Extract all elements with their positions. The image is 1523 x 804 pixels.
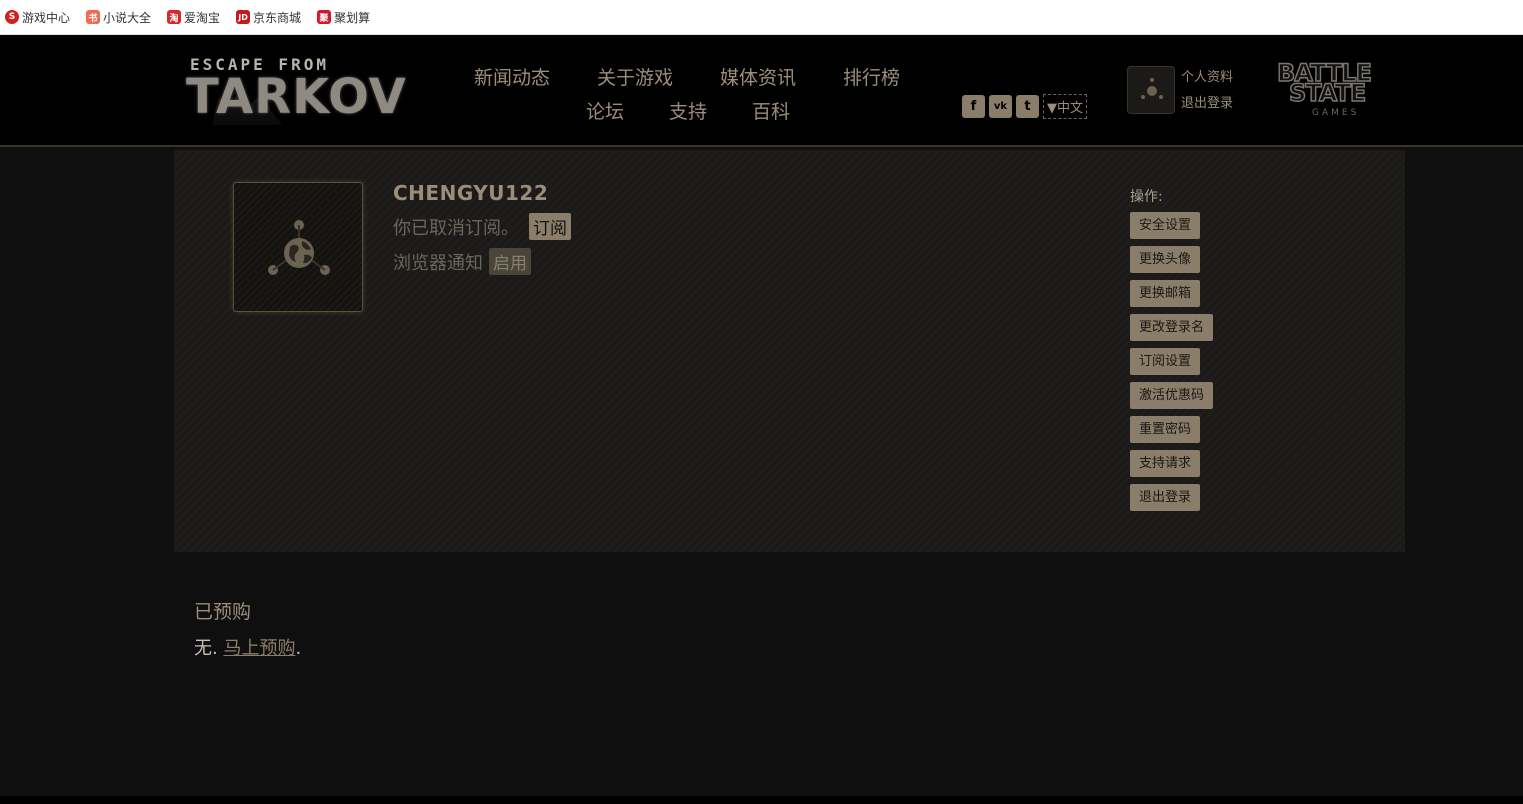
nav-news[interactable]: 新闻动态 bbox=[474, 63, 550, 90]
taobao-icon: 淘 bbox=[167, 10, 182, 24]
site-header: ESCAPE FROM TARKOV 新闻动态 关于游戏 媒体资讯 排行榜 论坛… bbox=[0, 35, 1523, 147]
bookmark-label: 小说大全 bbox=[103, 10, 152, 25]
social-links: f vk t ▼中文 bbox=[962, 94, 1087, 119]
facebook-icon[interactable]: f bbox=[962, 95, 985, 118]
bookmark-novel[interactable]: 书 小说大全 bbox=[86, 9, 151, 26]
game-center-icon: S bbox=[5, 10, 19, 24]
username: CHENGYU122 bbox=[393, 181, 549, 205]
security-settings-button[interactable]: 安全设置 bbox=[1130, 212, 1201, 239]
subscribe-button[interactable]: 订阅 bbox=[529, 213, 571, 240]
subscription-settings-button[interactable]: 订阅设置 bbox=[1130, 348, 1201, 375]
nav-wiki[interactable]: 百科 bbox=[752, 97, 790, 124]
header-avatar[interactable] bbox=[1127, 66, 1175, 114]
profile-avatar[interactable] bbox=[233, 182, 363, 312]
preorder-suffix: . bbox=[295, 638, 302, 659]
bookmarks-bar: S 游戏中心 书 小说大全 淘 爱淘宝 JD 京东商城 聚 聚划算 bbox=[0, 0, 1523, 35]
bsg-line3: GAMES bbox=[1312, 108, 1360, 118]
subscription-status: 你已取消订阅。 订阅 bbox=[393, 213, 571, 240]
profile-link[interactable]: 个人资料 bbox=[1181, 65, 1233, 91]
bsg-line2: STATE bbox=[1288, 79, 1367, 107]
nav-leaderboard[interactable]: 排行榜 bbox=[843, 63, 900, 90]
page-bottom-strip bbox=[0, 796, 1523, 804]
nav-support[interactable]: 支持 bbox=[669, 97, 707, 124]
avatar-emblem-icon bbox=[268, 220, 330, 275]
browser-notify-text: 浏览器通知 bbox=[393, 252, 483, 274]
nav-forum[interactable]: 论坛 bbox=[586, 97, 624, 124]
vk-icon[interactable]: vk bbox=[989, 95, 1012, 118]
change-email-button[interactable]: 更换邮箱 bbox=[1130, 280, 1201, 307]
jd-icon: JD bbox=[236, 10, 251, 24]
user-links: 个人资料 退出登录 bbox=[1181, 65, 1233, 117]
support-request-button[interactable]: 支持请求 bbox=[1130, 450, 1201, 477]
enable-notify-button[interactable]: 启用 bbox=[489, 248, 531, 275]
preorder-title: 已预购 bbox=[194, 601, 252, 623]
bookmark-label: 爱淘宝 bbox=[184, 10, 221, 25]
activate-code-button[interactable]: 激活优惠码 bbox=[1130, 382, 1214, 409]
bookmark-label: 聚划算 bbox=[334, 10, 371, 25]
profile-panel: CHENGYU122 你已取消订阅。 订阅 浏览器通知 启用 操作: 安全设置 … bbox=[174, 150, 1405, 552]
reset-password-button[interactable]: 重置密码 bbox=[1130, 416, 1201, 443]
twitter-icon[interactable]: t bbox=[1016, 95, 1039, 118]
logout-link[interactable]: 退出登录 bbox=[1181, 91, 1233, 117]
preorder-status: 无. 马上预购. bbox=[194, 634, 301, 660]
nav-about[interactable]: 关于游戏 bbox=[597, 63, 673, 90]
bookmark-juhuasuan[interactable]: 聚 聚划算 bbox=[317, 9, 370, 26]
actions-list: 安全设置 更换头像 更换邮箱 更改登录名 订阅设置 激活优惠码 重置密码 支持请… bbox=[1130, 212, 1214, 518]
subscription-text: 你已取消订阅。 bbox=[393, 217, 519, 239]
bookmark-label: 游戏中心 bbox=[22, 10, 71, 25]
bookmark-taobao[interactable]: 淘 爱淘宝 bbox=[167, 9, 220, 26]
battlestate-logo[interactable]: BATTLE STATE GAMES bbox=[1276, 59, 1391, 120]
preorder-now-link[interactable]: 马上预购 bbox=[223, 638, 295, 659]
language-select[interactable]: ▼中文 bbox=[1043, 94, 1087, 119]
logout-button[interactable]: 退出登录 bbox=[1130, 484, 1201, 511]
change-avatar-button[interactable]: 更换头像 bbox=[1130, 246, 1201, 273]
bookmark-game-center[interactable]: S 游戏中心 bbox=[5, 9, 70, 26]
avatar-placeholder-icon bbox=[1141, 78, 1163, 99]
change-login-button[interactable]: 更改登录名 bbox=[1130, 314, 1214, 341]
novel-icon: 书 bbox=[86, 10, 101, 24]
bookmark-jd[interactable]: JD 京东商城 bbox=[236, 9, 301, 26]
preorder-none-text: 无. bbox=[194, 638, 224, 659]
actions-label: 操作: bbox=[1130, 189, 1163, 205]
browser-notification: 浏览器通知 启用 bbox=[393, 248, 531, 275]
bookmark-label: 京东商城 bbox=[253, 10, 302, 25]
nav-media[interactable]: 媒体资讯 bbox=[720, 63, 796, 90]
juhuasuan-icon: 聚 bbox=[317, 10, 332, 24]
